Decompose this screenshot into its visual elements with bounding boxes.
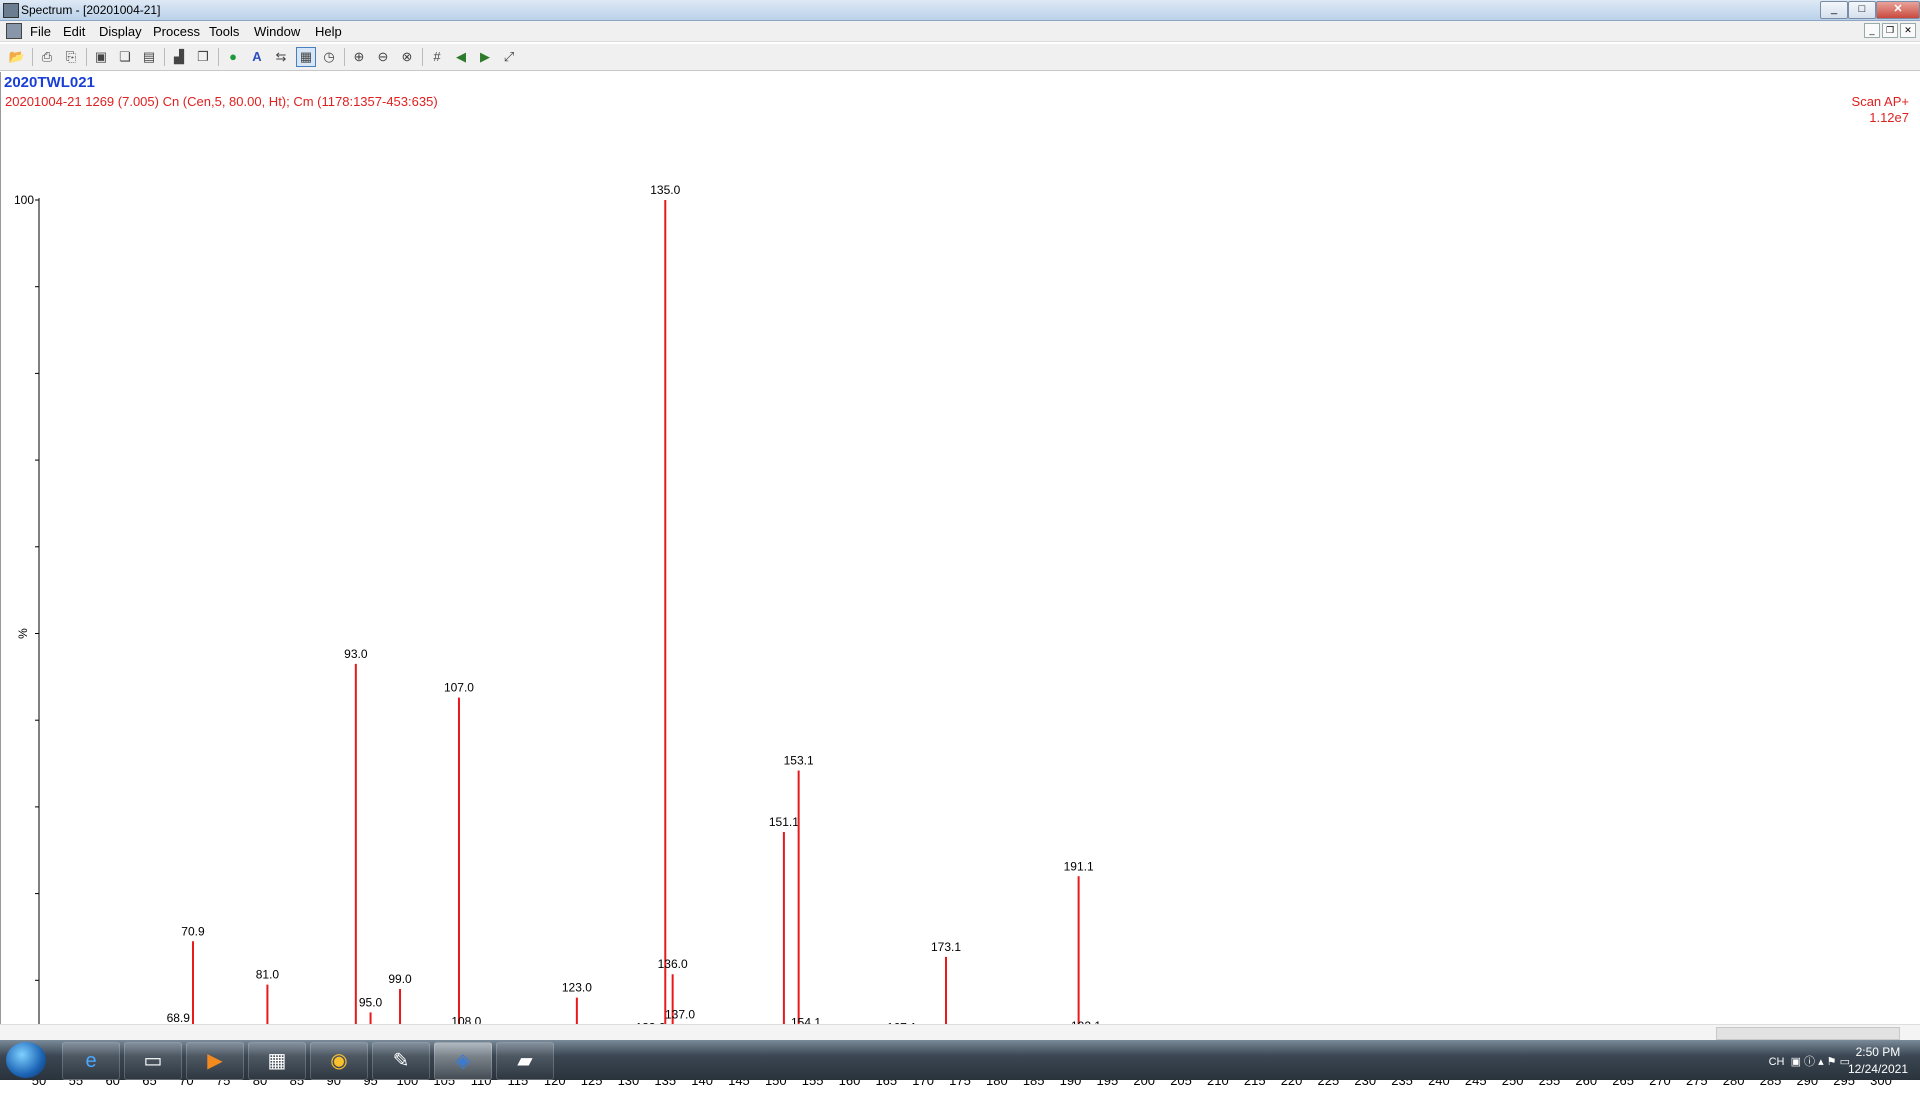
back-icon[interactable]: ◀ — [452, 48, 470, 66]
toolbar: 📂 ⎙ ⎘ ▣ ❏ ▤ ▟ ❐ ● A ⇆ ▦ ◷ ⊕ ⊖ ⊗ # ◀ ▶ ⤢ — [0, 44, 1920, 71]
menu-edit[interactable]: Edit — [63, 24, 85, 39]
peak-label: 99.0 — [388, 972, 412, 986]
taskbar: e ▭ ▶ ▦ ◉ ✎ ◈ ▰ CH ▣ ⓘ ▴ ⚑ ▭ 2:50 PM 12/… — [0, 1040, 1920, 1080]
sample-name: 2020TWL021 — [4, 74, 95, 91]
toolbar-separator — [164, 48, 165, 66]
paste-icon[interactable]: ▤ — [140, 48, 158, 66]
scrollbar-thumb[interactable] — [1716, 1027, 1900, 1040]
stopwatch-icon[interactable]: ◷ — [320, 48, 338, 66]
peak-label: 107.0 — [444, 681, 474, 695]
peak-label: 70.9 — [181, 924, 205, 938]
open-icon[interactable]: 📂 — [8, 48, 26, 66]
peak-label: 151.1 — [769, 815, 799, 829]
input-language[interactable]: CH — [1769, 1056, 1785, 1068]
max-intensity: 1.12e7 — [1869, 110, 1909, 125]
globe-icon[interactable]: ● — [224, 48, 242, 66]
mass-spectrum-chart[interactable]: 1000%50556065707580859095100105110115120… — [1, 144, 1920, 1096]
toolbar-separator — [32, 48, 33, 66]
zoom-out-icon[interactable]: ⊖ — [374, 48, 392, 66]
forward-icon[interactable]: ▶ — [476, 48, 494, 66]
peak-label: 137.0 — [665, 1008, 695, 1022]
document-icon[interactable] — [6, 23, 22, 39]
mdi-restore-button[interactable]: ❐ — [1882, 23, 1898, 38]
paint-icon[interactable]: ✎ — [372, 1042, 430, 1080]
masslynx-icon[interactable]: ◈ — [434, 1042, 492, 1080]
menu-file[interactable]: File — [30, 24, 51, 39]
app-icon — [3, 3, 19, 18]
copy-icon[interactable]: ❏ — [116, 48, 134, 66]
spectrum-view[interactable]: 2020TWL021 20201004-21 1269 (7.005) Cn (… — [0, 72, 1920, 1088]
print-preview-icon[interactable]: ⎘ — [62, 48, 80, 66]
acquisition-info: 20201004-21 1269 (7.005) Cn (Cen,5, 80.0… — [5, 94, 438, 109]
peak-label: 135.0 — [650, 183, 680, 197]
y-tick-label: 100 — [14, 193, 34, 207]
document-icon[interactable]: ▰ — [496, 1042, 554, 1080]
y-axis-label: % — [16, 628, 30, 639]
minimize-button[interactable]: _ — [1820, 1, 1848, 19]
toolbar-separator — [86, 48, 87, 66]
zoom-reset-icon[interactable]: ⊗ — [398, 48, 416, 66]
toolbar-separator — [218, 48, 219, 66]
window-title-bar: Spectrum - [20201004-21] _ □ ✕ — [0, 0, 1920, 21]
toolbar-separator — [422, 48, 423, 66]
window-title: Spectrum - [20201004-21] — [21, 3, 161, 17]
peak-label: 173.1 — [931, 940, 961, 954]
peak-label: 68.9 — [167, 1011, 191, 1025]
menu-window[interactable]: Window — [254, 24, 300, 39]
calculator-icon[interactable]: ▦ — [248, 1042, 306, 1080]
toolbar-separator — [344, 48, 345, 66]
internet-explorer-icon[interactable]: e — [62, 1042, 120, 1080]
peak-label: 191.1 — [1064, 859, 1094, 873]
clock-time: 2:50 PM — [1855, 1045, 1901, 1059]
menu-process[interactable]: Process — [153, 24, 200, 39]
mdi-close-button[interactable]: ✕ — [1900, 23, 1916, 38]
camera-icon[interactable]: ▣ — [92, 48, 110, 66]
scan-mode: Scan AP+ — [1851, 94, 1909, 109]
peak-label: 81.0 — [256, 968, 280, 982]
print-icon[interactable]: ⎙ — [38, 48, 56, 66]
stack-icon[interactable]: ▦ — [296, 47, 316, 67]
system-tray[interactable]: CH ▣ ⓘ ▴ ⚑ ▭ — [1769, 1053, 1850, 1069]
start-orb-icon[interactable] — [6, 1042, 46, 1078]
horizontal-scrollbar[interactable] — [0, 1024, 1920, 1041]
peak-label: 136.0 — [658, 957, 688, 971]
peak-label: 93.0 — [344, 647, 368, 661]
peak-label: 153.1 — [784, 753, 814, 767]
clock-date: 12/24/2021 — [1847, 1062, 1908, 1076]
peak-label: 123.0 — [562, 981, 592, 995]
menu-display[interactable]: Display — [99, 24, 142, 39]
zoom-in-icon[interactable]: ⊕ — [350, 48, 368, 66]
file-explorer-icon[interactable]: ▭ — [124, 1042, 182, 1080]
transfer-icon[interactable]: ⇆ — [272, 48, 290, 66]
menu-help[interactable]: Help — [315, 24, 342, 39]
mdi-minimize-button[interactable]: _ — [1864, 23, 1880, 38]
media-player-icon[interactable]: ▶ — [186, 1042, 244, 1080]
chart-icon[interactable]: ▟ — [170, 48, 188, 66]
chrome-icon[interactable]: ◉ — [310, 1042, 368, 1080]
clock[interactable]: 2:50 PM 12/24/2021 — [1848, 1044, 1908, 1078]
menu-bar: File Edit Display Process Tools Window H… — [0, 21, 1920, 42]
maximize-button[interactable]: □ — [1848, 1, 1876, 19]
peak-label: 95.0 — [359, 995, 383, 1009]
grid-icon[interactable]: # — [428, 48, 446, 66]
book-icon[interactable]: ❐ — [194, 48, 212, 66]
text-icon[interactable]: A — [248, 48, 266, 66]
close-button[interactable]: ✕ — [1876, 1, 1920, 19]
menu-tools[interactable]: Tools — [209, 24, 239, 39]
fit-icon[interactable]: ⤢ — [500, 48, 518, 66]
